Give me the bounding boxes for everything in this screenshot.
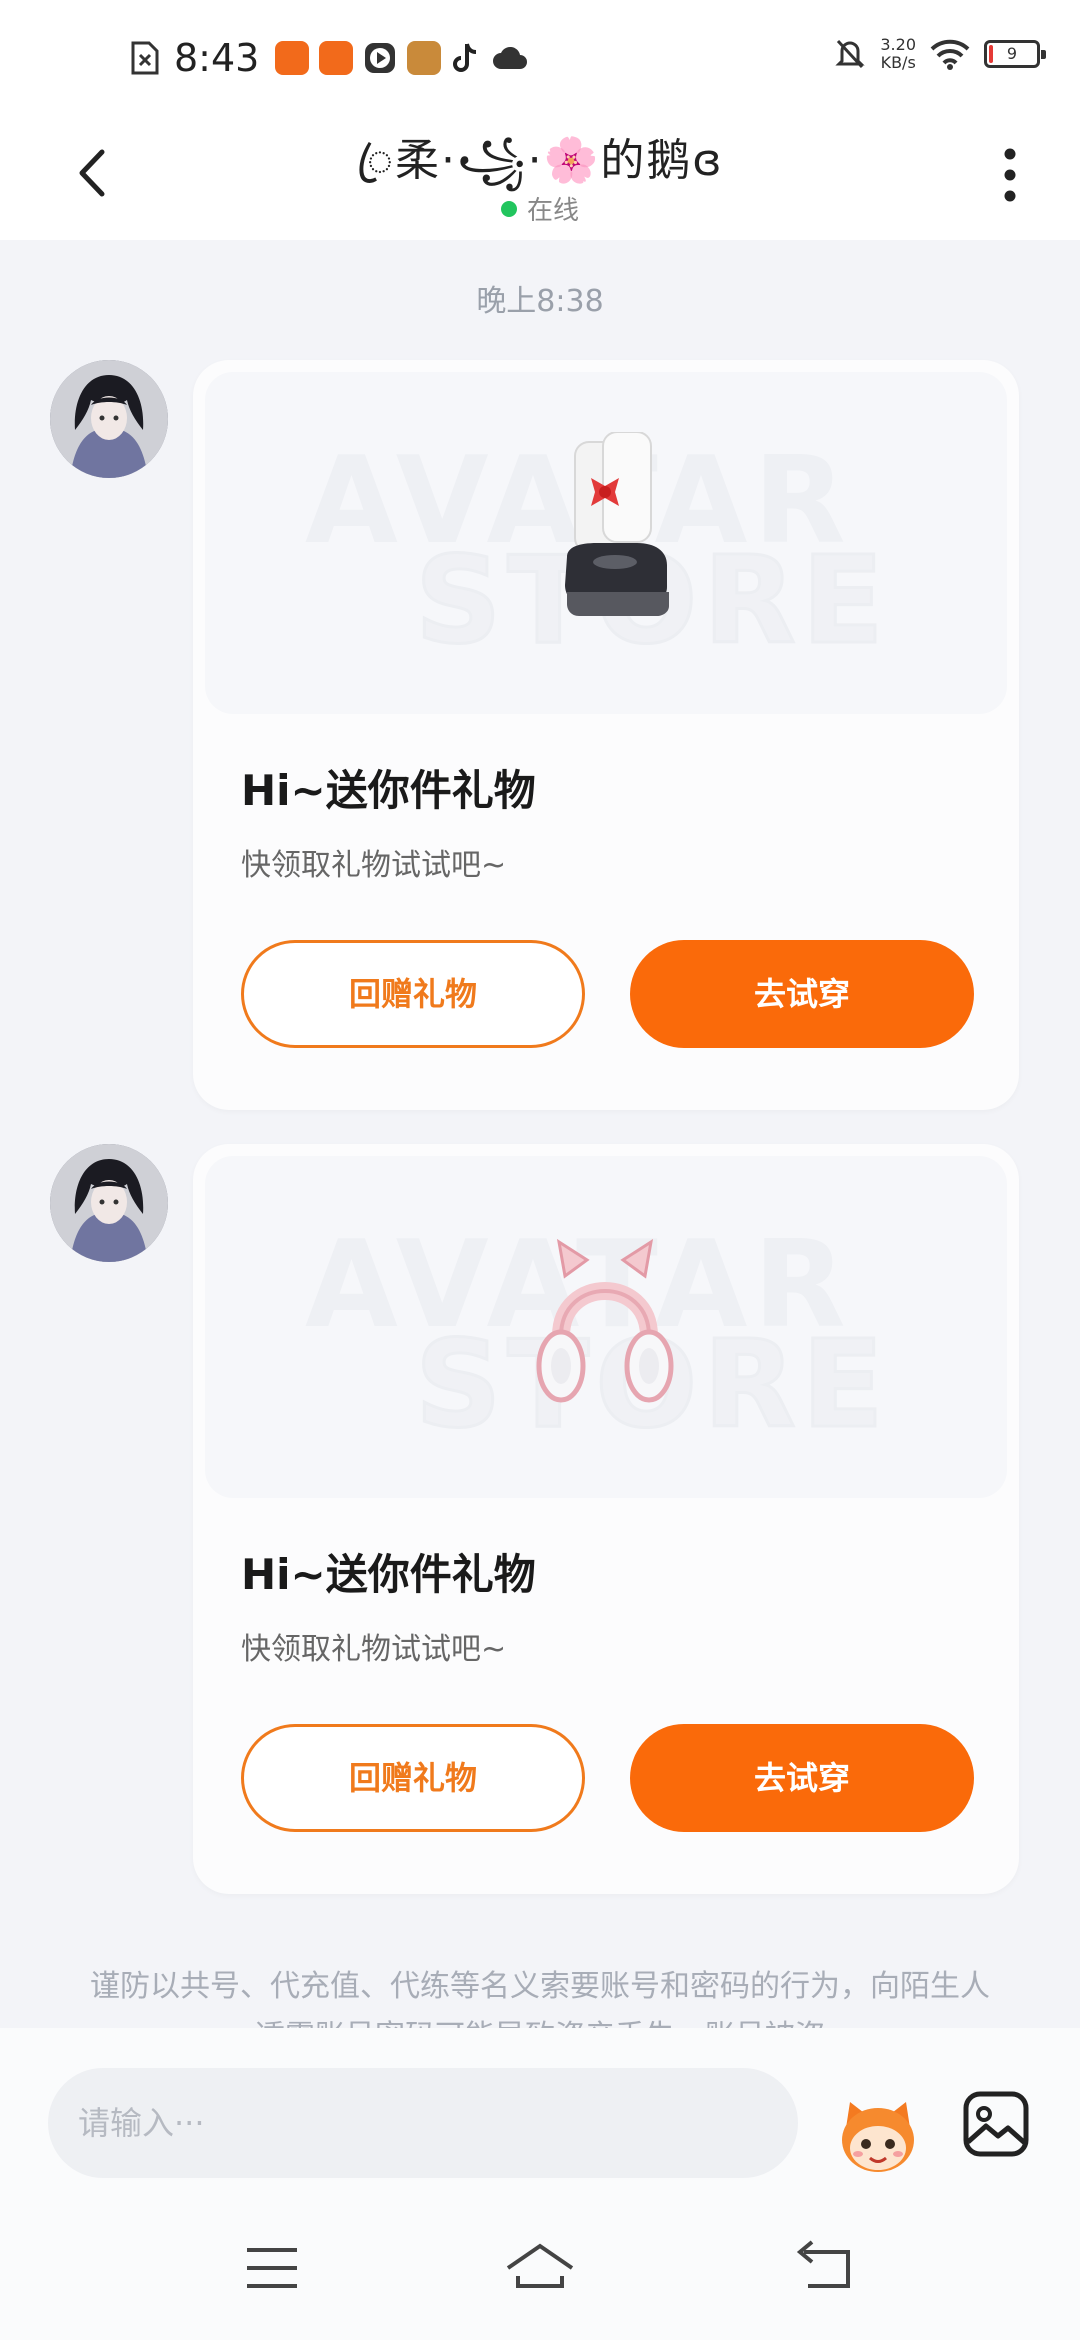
status-time: 8:43 (174, 36, 260, 80)
more-options-button[interactable] (990, 140, 1030, 210)
gift-subtitle: 快领取礼物试试吧~ (241, 848, 507, 883)
gift-title: Hi~送你件礼物 (241, 766, 536, 815)
network-speed: 3.20 KB/s (880, 35, 916, 72)
message-input-bar: 请输入··· (0, 2028, 1080, 2188)
message-input[interactable]: 请输入··· (48, 2068, 798, 2178)
try-on-button[interactable]: 去试穿 (630, 940, 974, 1048)
gift-card: AVATAR STORE Hi~送你件礼物 快领取礼物试试吧~ 回赠礼物 去试穿 (193, 360, 1019, 1110)
online-dot (500, 200, 517, 217)
sticker-button[interactable] (832, 2088, 924, 2180)
system-nav-bar (0, 2188, 1080, 2340)
battery-level-text: 9 (1006, 44, 1018, 63)
sender-avatar[interactable] (50, 1144, 168, 1262)
socks-shoes-icon (565, 432, 669, 616)
file-error-icon (131, 41, 159, 75)
return-gift-button[interactable]: 回赠礼物 (241, 1724, 585, 1832)
nav-back-button[interactable] (776, 2228, 876, 2308)
image-icon (963, 2091, 1029, 2157)
home-icon (506, 2243, 574, 2288)
battery-indicator: 9 (984, 40, 1046, 68)
nav-home-button[interactable] (490, 2228, 590, 2308)
status-bar: 8:43 3.20 KB/s 9 (0, 0, 1080, 110)
menu-icon (247, 2248, 297, 2288)
return-icon (796, 2240, 850, 2288)
cloud-icon (493, 46, 528, 69)
gift-preview[interactable]: AVATAR STORE (205, 1156, 1007, 1498)
message-timestamp: 晚上8:38 (476, 284, 604, 319)
video-play-icon (365, 43, 396, 73)
game-app-icon (407, 41, 442, 75)
mascot-sticker-icon (842, 2102, 914, 2172)
mute-bell-icon (835, 39, 865, 69)
gift-card: AVATAR STORE Hi~送你件礼物 快领取礼物试试吧~ 回赠礼物 去试穿 (193, 1144, 1019, 1894)
tiktok-icon (453, 43, 477, 72)
online-status: 在线 (0, 190, 1080, 227)
gift-title: Hi~送你件礼物 (241, 1550, 536, 1599)
image-picker-button[interactable] (960, 2088, 1032, 2160)
more-vertical-icon (1004, 148, 1016, 202)
input-placeholder: 请输入··· (78, 2104, 205, 2142)
security-notice: 谨防以共号、代充值、代练等名义索要账号和密码的行为，向陌生人透露账号密码可能导致… (90, 1969, 990, 2028)
app-notification-icon (275, 41, 310, 75)
chat-header: ꦿ柔·꧁·🌸的鹅ɞ 在线 (0, 110, 1080, 240)
return-gift-button[interactable]: 回赠礼物 (241, 940, 585, 1048)
wifi-icon (930, 39, 970, 70)
gift-preview[interactable]: AVATAR STORE (205, 372, 1007, 714)
gift-subtitle: 快领取礼物试试吧~ (241, 1632, 507, 1667)
app-notification-icon (319, 41, 354, 75)
nav-menu-button[interactable] (222, 2228, 322, 2308)
try-on-button[interactable]: 去试穿 (630, 1724, 974, 1832)
cat-ear-headphones-icon (536, 1238, 674, 1403)
sender-avatar[interactable] (50, 360, 168, 478)
